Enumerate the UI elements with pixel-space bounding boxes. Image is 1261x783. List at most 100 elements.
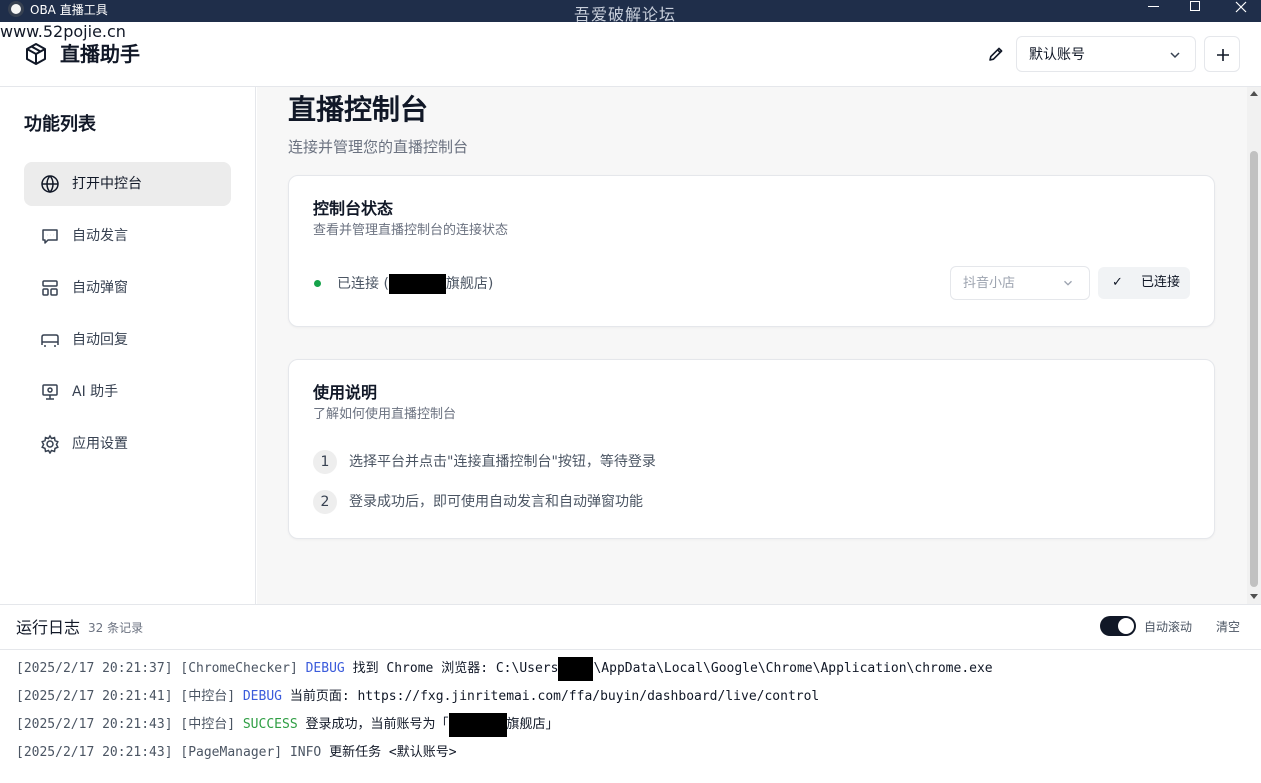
reply-icon (41, 334, 59, 347)
log-source: [ChromeChecker] (180, 661, 298, 676)
maximize-button[interactable] (1172, 0, 1218, 22)
log-message-part: \AppData\Local\Google\Chrome\Application… (593, 661, 993, 676)
sidebar-item-label: 自动回复 (72, 332, 128, 348)
step-text: 选择平台并点击"连接直播控制台"按钮，等待登录 (349, 454, 656, 470)
sidebar-item-ai-assistant[interactable]: AI 助手 (24, 370, 231, 414)
log-panel: 运行日志 32 条记录 自动滚动 清空 [2025/2/17 20:21:37]… (0, 604, 1261, 783)
sidebar-item-settings[interactable]: 应用设置 (24, 422, 231, 466)
log-level: INFO (289, 745, 322, 760)
log-level: DEBUG (305, 661, 345, 676)
log-message: 登录成功，当前账号为「 旗舰店」 (305, 713, 559, 737)
sidebar-item-label: 自动发言 (72, 228, 128, 244)
connected-button-label: 已连接 (1141, 275, 1181, 290)
scroll-up-arrow-icon[interactable] (1250, 91, 1258, 96)
log-message: 更新任务 <默认账号> (329, 745, 457, 760)
title-bar: OBA 直播工具 吾爱破解论坛 (0, 0, 1261, 24)
sidebar-item-label: AI 助手 (72, 384, 119, 400)
scroll-down-arrow-icon[interactable] (1250, 594, 1258, 599)
monitor-icon (42, 384, 58, 400)
log-line: [2025/2/17 20:21:37] [ChromeChecker] DEB… (16, 657, 993, 681)
auto-scroll-toggle[interactable] (1100, 616, 1136, 636)
add-account-button[interactable] (1204, 36, 1240, 72)
log-level: DEBUG (242, 689, 282, 704)
log-source: [PageManager] (180, 745, 283, 760)
card-title: 使用说明 (313, 383, 378, 402)
log-title: 运行日志 (16, 618, 81, 637)
log-message-part: 登录成功，当前账号为「 (305, 717, 449, 732)
log-message-part: 找到 Chrome 浏览器: C:\Users (352, 661, 559, 676)
minimize-icon (1148, 6, 1159, 7)
log-count: 32 条记录 (88, 621, 144, 635)
toggle-knob (1118, 618, 1134, 634)
redacted-block (558, 657, 594, 681)
account-select-value: 默认账号 (1029, 47, 1085, 63)
account-select[interactable]: 默认账号 (1016, 36, 1196, 72)
sidebar-item-open-console[interactable]: 打开中控台 (24, 162, 231, 206)
main-scrollbar[interactable] (1247, 87, 1261, 604)
page-subtitle: 连接并管理您的直播控制台 (288, 138, 469, 156)
log-line: [2025/2/17 20:21:43] [PageManager] INFO … (16, 741, 457, 765)
message-icon (42, 229, 58, 244)
pencil-icon[interactable] (986, 44, 1006, 64)
log-source: [中控台] (180, 717, 236, 732)
log-message-part: 旗舰店」 (506, 717, 559, 732)
watermark-url: www.52pojie.cn (0, 22, 126, 41)
sidebar-title: 功能列表 (24, 114, 96, 135)
redacted-block (388, 274, 446, 294)
auto-scroll-label: 自动滚动 (1144, 620, 1193, 634)
minimize-button[interactable] (1130, 0, 1176, 22)
sidebar-item-auto-message[interactable]: 自动发言 (24, 214, 231, 258)
window-title: OBA 直播工具 (30, 3, 108, 17)
app-brand: 直播助手 (60, 42, 140, 66)
app-header: 直播助手 www.52pojie.cn 默认账号 (0, 22, 1261, 87)
console-status-card: 控制台状态 查看并管理直播控制台的连接状态 已连接 ( 旗舰店) 抖音小店 ✓ 已… (288, 175, 1215, 327)
gear-icon (41, 434, 59, 454)
page-title: 直播控制台 (288, 93, 429, 126)
card-description: 了解如何使用直播控制台 (313, 407, 457, 422)
platform-select[interactable]: 抖音小店 (950, 266, 1090, 300)
box-logo-icon (26, 43, 46, 65)
step-number: 1 (313, 450, 337, 474)
scrollbar-thumb[interactable] (1250, 151, 1258, 587)
close-button[interactable] (1218, 0, 1261, 22)
main-content: 直播控制台 连接并管理您的直播控制台 控制台状态 查看并管理直播控制台的连接状态… (257, 87, 1247, 604)
app-icon (8, 1, 24, 17)
log-level: SUCCESS (242, 717, 298, 732)
usage-guide-card: 使用说明 了解如何使用直播控制台 1 选择平台并点击"连接直播控制台"按钮，等待… (288, 359, 1215, 539)
clear-log-button[interactable]: 清空 (1216, 618, 1240, 636)
log-time: [2025/2/17 20:21:41] (16, 689, 173, 704)
globe-icon (41, 175, 59, 194)
status-dot (314, 280, 321, 287)
status-suffix: 旗舰店) (445, 276, 494, 292)
log-time: [2025/2/17 20:21:37] (16, 661, 173, 676)
status-prefix: 已连接 ( (337, 276, 389, 292)
sidebar-item-auto-reply[interactable]: 自动回复 (24, 318, 231, 362)
card-description: 查看并管理直播控制台的连接状态 (313, 223, 509, 238)
connected-button[interactable]: ✓ 已连接 (1098, 267, 1190, 299)
sidebar-item-label: 自动弹窗 (72, 280, 128, 296)
plus-icon (1217, 49, 1229, 61)
redacted-block (448, 713, 507, 737)
log-header: 运行日志 32 条记录 自动滚动 清空 (0, 605, 1261, 650)
connection-status: 已连接 ( 旗舰店) (337, 274, 493, 294)
sidebar: 功能列表 打开中控台 自动发言 自动弹窗 自动回复 AI 助手 应用设置 (0, 87, 256, 604)
log-line: [2025/2/17 20:21:43] [中控台] SUCCESS 登录成功，… (16, 713, 559, 737)
layout-icon (42, 280, 58, 296)
sidebar-item-auto-popup[interactable]: 自动弹窗 (24, 266, 231, 310)
sidebar-item-label: 打开中控台 (72, 176, 142, 192)
platform-select-value: 抖音小店 (963, 276, 1016, 291)
log-message: 当前页面: https://fxg.jinritemai.com/ffa/buy… (289, 689, 820, 704)
chevron-down-icon (1064, 280, 1072, 286)
log-time: [2025/2/17 20:21:43] (16, 745, 173, 760)
step-number: 2 (313, 490, 337, 514)
log-line: [2025/2/17 20:21:41] [中控台] DEBUG 当前页面: h… (16, 685, 819, 709)
maximize-icon (1190, 1, 1200, 11)
log-time: [2025/2/17 20:21:43] (16, 717, 173, 732)
step-text: 登录成功后，即可使用自动发言和自动弹窗功能 (349, 494, 643, 510)
chevron-down-icon (1170, 52, 1180, 59)
close-icon (1235, 1, 1247, 13)
card-title: 控制台状态 (313, 199, 394, 218)
sidebar-item-label: 应用设置 (72, 436, 128, 452)
log-source: [中控台] (180, 689, 236, 704)
log-message: 找到 Chrome 浏览器: C:\Users \AppData\Local\Go… (352, 657, 993, 681)
